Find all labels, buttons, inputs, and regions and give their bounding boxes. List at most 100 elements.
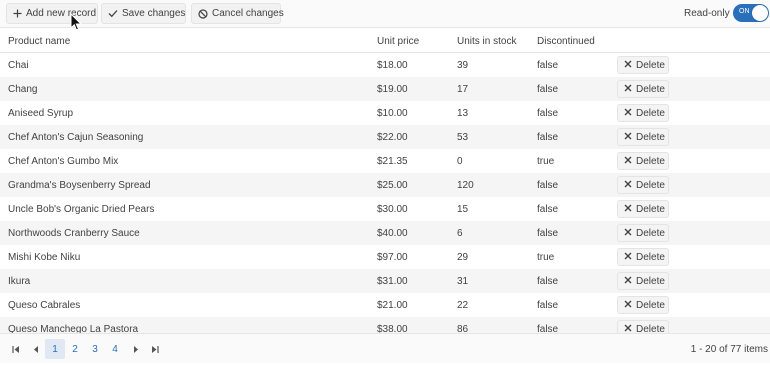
delete-label: Delete <box>636 251 665 263</box>
units-in-stock-cell[interactable]: 86 <box>457 324 468 333</box>
discontinued-cell[interactable]: false <box>537 132 558 143</box>
table-row: Chai $18.00 39 false Delete <box>0 53 770 77</box>
column-header-discontinued[interactable]: Discontinued <box>537 36 595 47</box>
delete-button[interactable]: Delete <box>617 272 669 290</box>
discontinued-cell[interactable]: false <box>537 228 558 239</box>
discontinued-cell[interactable]: false <box>537 84 558 95</box>
last-page-icon[interactable] <box>149 343 161 355</box>
delete-label: Delete <box>636 227 665 239</box>
switch-on-label: ON <box>739 8 750 15</box>
next-page-icon[interactable] <box>130 343 142 355</box>
delete-button[interactable]: Delete <box>617 56 669 74</box>
unit-price-cell[interactable]: $21.00 <box>377 300 408 311</box>
product-name-cell[interactable]: Northwoods Cranberry Sauce <box>8 228 140 239</box>
units-in-stock-cell[interactable]: 0 <box>457 156 463 167</box>
units-in-stock-cell[interactable]: 53 <box>457 132 468 143</box>
units-in-stock-cell[interactable]: 31 <box>457 276 468 287</box>
save-changes-label: Save changes <box>122 8 186 19</box>
discontinued-cell[interactable]: true <box>537 156 554 167</box>
previous-page-icon[interactable] <box>30 343 42 355</box>
product-name-cell[interactable]: Grandma's Boysenberry Spread <box>8 180 151 191</box>
product-name-cell[interactable]: Queso Cabrales <box>8 300 80 311</box>
units-in-stock-cell[interactable]: 17 <box>457 84 468 95</box>
product-name-cell[interactable]: Chef Anton's Cajun Seasoning <box>8 132 143 143</box>
product-name-cell[interactable]: Chang <box>8 84 37 95</box>
grid-toolbar: Add new record Save changes Cancel chang… <box>0 0 770 28</box>
table-row: Mishi Kobe Niku $97.00 29 true Delete <box>0 245 770 269</box>
close-icon <box>624 132 632 143</box>
unit-price-cell[interactable]: $18.00 <box>377 60 408 71</box>
column-header-product-name[interactable]: Product name <box>8 36 70 47</box>
delete-button[interactable]: Delete <box>617 176 669 194</box>
page-number-2[interactable]: 2 <box>65 339 85 359</box>
column-header-unit-price[interactable]: Unit price <box>377 36 419 47</box>
discontinued-cell[interactable]: false <box>537 180 558 191</box>
product-name-cell[interactable]: Chai <box>8 60 29 71</box>
close-icon <box>624 276 632 287</box>
close-icon <box>624 108 632 119</box>
discontinued-cell[interactable]: false <box>537 324 558 333</box>
unit-price-cell[interactable]: $30.00 <box>377 204 408 215</box>
product-name-cell[interactable]: Mishi Kobe Niku <box>8 252 80 263</box>
add-new-record-button[interactable]: Add new record <box>6 3 98 24</box>
product-name-cell[interactable]: Aniseed Syrup <box>8 108 73 119</box>
unit-price-cell[interactable]: $31.00 <box>377 276 408 287</box>
cancel-icon <box>198 8 208 19</box>
delete-label: Delete <box>636 107 665 119</box>
delete-button[interactable]: Delete <box>617 128 669 146</box>
unit-price-cell[interactable]: $97.00 <box>377 252 408 263</box>
units-in-stock-cell[interactable]: 6 <box>457 228 463 239</box>
unit-price-cell[interactable]: $22.00 <box>377 132 408 143</box>
unit-price-cell[interactable]: $25.00 <box>377 180 408 191</box>
product-name-cell[interactable]: Queso Manchego La Pastora <box>8 324 138 333</box>
delete-label: Delete <box>636 323 665 334</box>
column-header-units-in-stock[interactable]: Units in stock <box>457 36 516 47</box>
pager-info: 1 - 20 of 77 items <box>690 344 768 355</box>
delete-button[interactable]: Delete <box>617 320 669 333</box>
table-row: Chang $19.00 17 false Delete <box>0 77 770 101</box>
units-in-stock-cell[interactable]: 39 <box>457 60 468 71</box>
discontinued-cell[interactable]: false <box>537 108 558 119</box>
delete-button[interactable]: Delete <box>617 80 669 98</box>
units-in-stock-cell[interactable]: 15 <box>457 204 468 215</box>
delete-button[interactable]: Delete <box>617 296 669 314</box>
plus-icon <box>13 9 22 18</box>
unit-price-cell[interactable]: $38.00 <box>377 324 408 333</box>
unit-price-cell[interactable]: $10.00 <box>377 108 408 119</box>
page-number-3[interactable]: 3 <box>85 339 105 359</box>
save-changes-button[interactable]: Save changes <box>101 3 186 24</box>
delete-button[interactable]: Delete <box>617 224 669 242</box>
delete-label: Delete <box>636 83 665 95</box>
delete-button[interactable]: Delete <box>617 200 669 218</box>
unit-price-cell[interactable]: $21.35 <box>377 156 408 167</box>
close-icon <box>624 252 632 263</box>
discontinued-cell[interactable]: false <box>537 300 558 311</box>
product-name-cell[interactable]: Chef Anton's Gumbo Mix <box>8 156 118 167</box>
page-number-4[interactable]: 4 <box>105 339 125 359</box>
read-only-switch[interactable]: ON <box>733 4 769 22</box>
delete-label: Delete <box>636 275 665 287</box>
units-in-stock-cell[interactable]: 22 <box>457 300 468 311</box>
cancel-changes-button[interactable]: Cancel changes <box>191 3 284 24</box>
units-in-stock-cell[interactable]: 29 <box>457 252 468 263</box>
product-name-cell[interactable]: Uncle Bob's Organic Dried Pears <box>8 204 154 215</box>
unit-price-cell[interactable]: $19.00 <box>377 84 408 95</box>
delete-label: Delete <box>636 179 665 191</box>
grid-body: Chai $18.00 39 false Delete Chang $19.00… <box>0 53 770 333</box>
discontinued-cell[interactable]: false <box>537 60 558 71</box>
page-number-1[interactable]: 1 <box>45 339 65 359</box>
delete-button[interactable]: Delete <box>617 152 669 170</box>
delete-button[interactable]: Delete <box>617 248 669 266</box>
first-page-icon[interactable] <box>10 343 22 355</box>
table-row: Grandma's Boysenberry Spread $25.00 120 … <box>0 173 770 197</box>
units-in-stock-cell[interactable]: 120 <box>457 180 474 191</box>
delete-label: Delete <box>636 155 665 167</box>
units-in-stock-cell[interactable]: 13 <box>457 108 468 119</box>
discontinued-cell[interactable]: false <box>537 276 558 287</box>
delete-button[interactable]: Delete <box>617 104 669 122</box>
discontinued-cell[interactable]: false <box>537 204 558 215</box>
product-name-cell[interactable]: Ikura <box>8 276 30 287</box>
unit-price-cell[interactable]: $40.00 <box>377 228 408 239</box>
discontinued-cell[interactable]: true <box>537 252 554 263</box>
table-row: Uncle Bob's Organic Dried Pears $30.00 1… <box>0 197 770 221</box>
